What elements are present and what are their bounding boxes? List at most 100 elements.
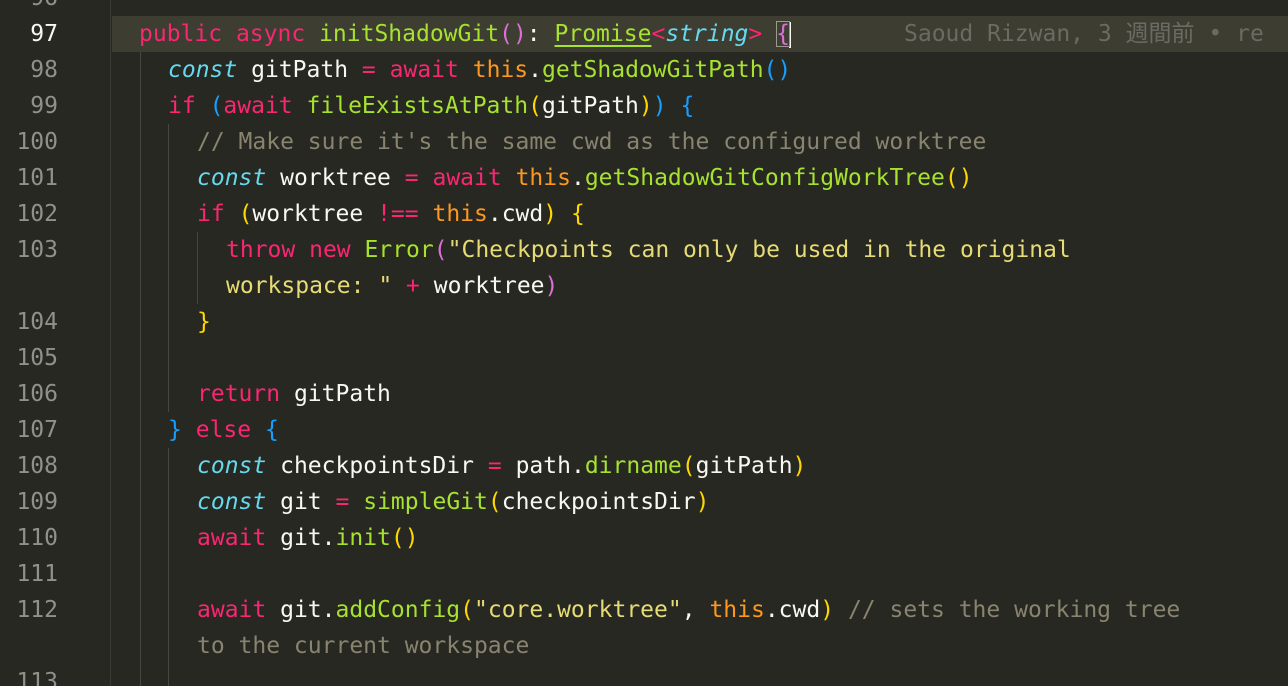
property: .cwd — [487, 201, 544, 227]
line-number: 107 — [16, 417, 58, 443]
argument: gitPath — [541, 93, 639, 119]
brace: { — [570, 201, 585, 227]
operator: = — [487, 453, 502, 479]
line-number: 100 — [16, 129, 58, 155]
storage-keyword: const — [197, 453, 267, 479]
paren: ( — [390, 525, 405, 551]
variable: git — [280, 489, 322, 515]
paren: ) — [652, 93, 667, 119]
class-name: Error — [364, 237, 434, 263]
variable: gitPath — [251, 57, 349, 83]
punctuation: . — [570, 165, 585, 191]
line-number: 103 — [16, 237, 58, 263]
paren: ( — [460, 597, 474, 623]
paren: ) — [404, 525, 419, 551]
code-line-112[interactable]: await git.addConfig("core.worktree", thi… — [197, 592, 1180, 628]
keyword: await — [197, 525, 267, 551]
method-name: dirname — [584, 453, 682, 479]
line-number: 108 — [16, 453, 58, 479]
storage-keyword: const — [197, 165, 267, 191]
method-name: init — [335, 525, 391, 551]
object-name: git — [280, 597, 322, 623]
matched-brace: { — [776, 21, 790, 47]
indent-guide — [197, 232, 198, 304]
code-line-101[interactable]: const worktree = await this.getShadowGit… — [197, 160, 973, 196]
line-number: 102 — [16, 201, 58, 227]
paren: ) — [695, 489, 710, 515]
line-number: 111 — [16, 561, 58, 587]
paren: ) — [792, 453, 807, 479]
object-name: path — [515, 453, 571, 479]
paren: ( — [528, 93, 542, 119]
indent-guide — [168, 448, 169, 686]
line-number: 106 — [16, 381, 58, 407]
code-line-99[interactable]: if (await fileExistsAtPath(gitPath)) { — [168, 88, 694, 124]
keyword: async — [235, 21, 306, 47]
line-number: 96 — [30, 0, 58, 16]
type-name: Promise — [554, 21, 652, 47]
brace: } — [168, 417, 182, 443]
method-name: getShadowGitPath — [541, 57, 764, 83]
variable: checkpointsDir — [280, 453, 474, 479]
line-number: 101 — [16, 165, 58, 191]
line-number: 105 — [16, 345, 58, 371]
paren: ( — [763, 57, 778, 83]
code-line-104[interactable]: } — [197, 304, 211, 340]
object-name: git — [280, 525, 322, 551]
line-number: 99 — [30, 93, 58, 119]
string-literal: workspace: " — [226, 273, 393, 299]
variable: worktree — [280, 165, 391, 191]
paren: ) — [638, 93, 653, 119]
storage-keyword: const — [168, 57, 238, 83]
this-keyword: this — [472, 57, 529, 83]
code-line-107[interactable]: } else { — [168, 412, 279, 448]
paren: ) — [544, 273, 559, 299]
line-number-active: 97 — [30, 21, 58, 47]
indent-guide — [140, 52, 141, 686]
line-number: 98 — [30, 57, 58, 83]
string-literal: "core.worktree" — [474, 597, 682, 623]
keyword: new — [309, 237, 351, 263]
brace: { — [680, 93, 695, 119]
this-keyword: this — [515, 165, 571, 191]
code-line-106[interactable]: return gitPath — [197, 376, 391, 412]
function-name: fileExistsAtPath — [306, 93, 529, 119]
line-number: 113 — [16, 669, 58, 686]
line-number: 112 — [16, 597, 58, 623]
indent-guide — [168, 124, 169, 412]
code-line-102[interactable]: if (worktree !== this.cwd) { — [197, 196, 585, 232]
operator: = — [404, 165, 419, 191]
code-line-103-wrap[interactable]: workspace: " + worktree) — [226, 268, 558, 304]
code-line-108[interactable]: const checkpointsDir = path.dirname(gitP… — [197, 448, 806, 484]
code-line-103[interactable]: throw new Error("Checkpoints can only be… — [226, 232, 1071, 268]
paren: ( — [499, 21, 513, 47]
type-bracket: < — [651, 21, 666, 47]
property: .cwd — [764, 597, 821, 623]
git-blame-annotation: Saoud Rizwan, 3 週間前 • re — [904, 21, 1264, 47]
line-number: 104 — [16, 309, 58, 335]
line-number-gutter[interactable]: 96 97 98 99 100 101 102 103 104 105 106 … — [0, 0, 110, 686]
operator: = — [361, 57, 376, 83]
storage-keyword: const — [197, 489, 267, 515]
code-line-112-wrap[interactable]: to the current workspace — [197, 628, 529, 664]
code-line-109[interactable]: const git = simpleGit(checkpointsDir) — [197, 484, 709, 520]
paren: ) — [777, 57, 792, 83]
argument: checkpointsDir — [501, 489, 696, 515]
keyword: public — [139, 21, 223, 47]
code-line-110[interactable]: await git.init() — [197, 520, 419, 556]
punctuation: . — [528, 57, 542, 83]
code-line-97[interactable]: public async initShadowGit(): Promise<st… — [139, 16, 791, 52]
code-editor[interactable]: 96 97 98 99 100 101 102 103 104 105 106 … — [0, 0, 1288, 686]
method-name: getShadowGitConfigWorkTree — [584, 165, 945, 191]
method-name: addConfig — [335, 597, 461, 623]
line-number: 109 — [16, 489, 58, 515]
variable: worktree — [252, 201, 364, 227]
punctuation: . — [570, 453, 585, 479]
keyword: await — [432, 165, 502, 191]
paren: ( — [681, 453, 696, 479]
code-line-100[interactable]: // Make sure it's the same cwd as the co… — [197, 124, 986, 160]
string-literal: "Checkpoints can only be used in the ori… — [447, 237, 1071, 263]
paren: ) — [820, 597, 835, 623]
paren: ) — [543, 201, 558, 227]
code-line-98[interactable]: const gitPath = await this.getShadowGitP… — [168, 52, 791, 88]
